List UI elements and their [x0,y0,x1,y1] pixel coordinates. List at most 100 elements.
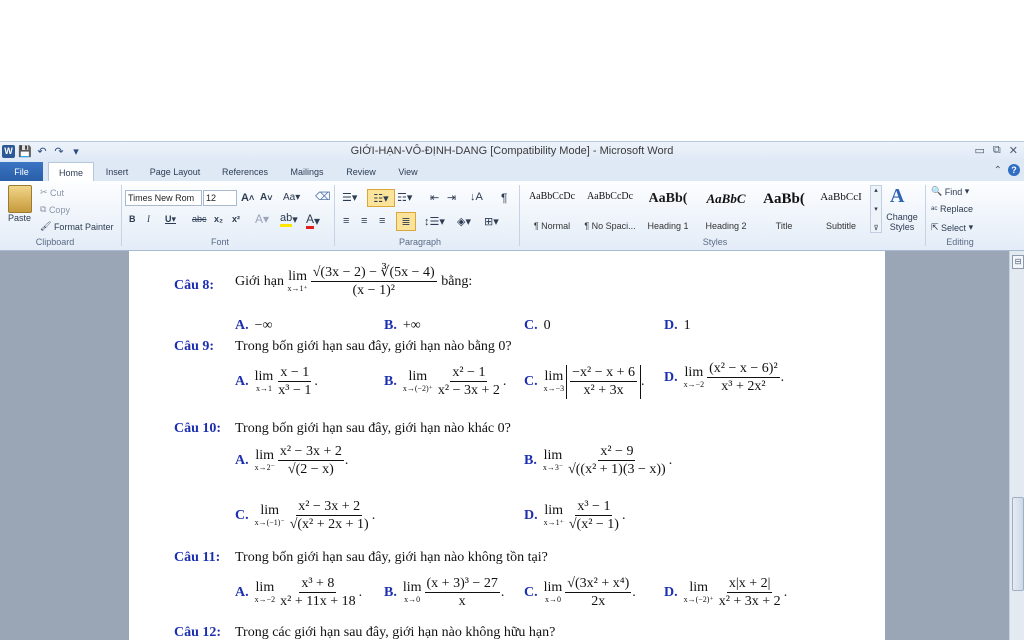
italic-icon[interactable]: I [147,214,150,224]
paste-button[interactable]: Paste [8,213,31,223]
align-right-icon[interactable]: ≡ [379,215,385,227]
change-styles-icon[interactable]: A [890,185,904,208]
copy-button[interactable]: ⧉ Copy [40,204,70,215]
tab-review[interactable]: Review [340,162,382,181]
underline-icon[interactable]: U▾ [165,214,176,225]
tab-insert[interactable]: Insert [98,162,136,181]
option-10-b[interactable]: B. lim x→3⁻ x² − 9 √((x² + 1)(3 − x)). [524,444,672,478]
multilevel-list-icon[interactable]: ☶▾ [397,191,412,204]
option-letter: D. [664,318,678,333]
style-sample: AaBb( [648,191,688,206]
question-10-text: Trong bốn giới hạn sau đây, giới hạn nào… [235,421,511,436]
highlight-color-icon[interactable]: ab ▾ [280,212,298,227]
fraction: x|x + 2| x² + 3x + 2 [718,576,781,610]
bullets-icon[interactable]: ☰▾ [342,191,357,204]
divider [925,185,926,246]
option-8-a[interactable]: A. −∞ [235,318,273,334]
style-title[interactable]: AaBb( Title [756,185,812,231]
styles-scroll[interactable]: ▴ ▾ ⊽ [870,185,882,233]
text-effects-icon[interactable]: A▾ [255,212,269,226]
tab-references[interactable]: References [214,162,276,181]
increase-indent-icon[interactable]: ⇥ [447,191,456,204]
align-left-icon[interactable]: ≡ [343,215,349,227]
question-12-text: Trong các giới hạn sau đây, giới hạn nào… [235,625,556,640]
scrollbar-thumb[interactable] [1012,497,1024,591]
binoculars-icon: 🔍 [931,186,945,196]
option-letter: C. [524,373,538,389]
option-11-b[interactable]: B. lim x→0 (x + 3)³ − 27 x. [384,576,504,610]
select-button[interactable]: ⇱ Select ▾ [931,222,973,233]
grow-font-icon[interactable]: A ˄ [241,192,254,204]
close-button[interactable]: ✕ [1009,144,1018,157]
subscript-icon[interactable]: x₂ [214,214,223,224]
format-painter-button[interactable]: 🖌 Format Painter [40,221,113,232]
group-label-paragraph: Paragraph [398,237,442,247]
font-size-dropdown[interactable]: 12 [203,190,237,206]
option-value: +∞ [402,318,421,333]
option-9-d[interactable]: D. lim x→−2 (x² − x − 6)² x³ + 2x². [664,361,784,395]
find-button[interactable]: 🔍 Find ▾ [931,186,969,197]
line-spacing-icon[interactable]: ↕☰▾ [424,215,445,228]
style-heading-2[interactable]: AaBbC Heading 2 [698,185,754,231]
font-name-dropdown[interactable]: Times New Rom [125,190,202,206]
option-10-c[interactable]: C. lim x→(−1)⁻ x² − 3x + 2 √(x² + 2x + 1). [235,499,375,533]
option-9-b[interactable]: B. lim x→(−2)⁺ x² − 1 x² − 3x + 2. [384,365,506,399]
fraction: x − 1 x³ − 1 [278,365,312,399]
replace-button[interactable]: ᵃᶜ Replace [931,204,973,214]
fraction: x³ − 1 √(x² − 1) [568,499,619,533]
justify-icon[interactable]: ≣ [396,212,416,231]
strikethrough-icon[interactable]: abc [192,214,207,224]
minimize-ribbon-icon[interactable]: ⌃ [994,165,1002,176]
bold-icon[interactable]: B [129,214,136,224]
decrease-indent-icon[interactable]: ⇤ [430,191,439,204]
tab-view[interactable]: View [390,162,426,181]
option-10-a[interactable]: A. lim x→2⁻ x² − 3x + 2 √(2 − x). [235,444,348,478]
style-normal[interactable]: AaBbCcDc ¶ Normal [524,185,580,231]
question-9-label: Câu 9: [174,339,215,354]
change-case-icon[interactable]: Aa▾ [283,192,300,203]
font-color-icon[interactable]: A ▾ [306,212,320,229]
option-9-a[interactable]: A. lim x→1 x − 1 x³ − 1. [235,365,318,399]
change-styles-button[interactable]: Change Styles [884,212,920,233]
restore-button[interactable]: ⧉ [993,144,1001,157]
option-8-c[interactable]: C. 0 [524,318,551,334]
sort-icon[interactable]: ↓A [470,191,483,203]
group-label-editing: Editing [946,237,974,247]
align-center-icon[interactable]: ≡ [361,215,367,227]
borders-icon[interactable]: ⊞▾ [484,215,499,228]
cut-button[interactable]: ✂ Cut [40,187,64,198]
vertical-scrollbar[interactable]: ⊟ [1009,251,1024,640]
shrink-font-icon[interactable]: A ˅ [260,192,273,203]
clear-formatting-icon[interactable]: ⌫ [315,190,331,203]
shading-icon[interactable]: ◈▾ [457,215,471,228]
document-page[interactable]: Câu 8: Giới hạn lim x→1⁺ √(3x − 2) − ∛(5x… [129,251,885,640]
tab-mailings[interactable]: Mailings [282,162,332,181]
view-ruler-icon[interactable]: ⊟ [1012,255,1024,269]
option-letter: B. [524,452,537,468]
limit-expression: lim x→1⁺ [543,503,564,528]
help-icon[interactable]: ? [1008,164,1020,176]
copy-label: Copy [48,204,70,215]
superscript-icon[interactable]: x² [232,214,240,224]
style-heading-1[interactable]: AaBb( Heading 1 [640,185,696,231]
cursor-icon: ⇱ [931,222,942,232]
option-9-c[interactable]: C. lim x→−3 −x² − x + 6 x² + 3x. [524,365,645,399]
numbering-icon[interactable]: ☷▾ [367,189,395,207]
copy-icon: ⧉ [40,204,49,214]
pilcrow-icon[interactable]: ¶ [501,191,507,205]
paste-icon[interactable] [8,185,32,213]
option-8-d[interactable]: D. 1 [664,318,691,334]
tab-page-layout[interactable]: Page Layout [144,162,206,181]
style-subtitle[interactable]: AaBbCcI Subtitle [814,185,868,231]
option-8-b[interactable]: B. +∞ [384,318,421,334]
tab-file[interactable]: File [0,162,43,181]
ribbon-tabs: File Home Insert Page Layout References … [0,162,1024,182]
option-11-c[interactable]: C. lim x→0 √(3x² + x⁴) 2x. [524,576,636,610]
document-workspace[interactable]: Câu 8: Giới hạn lim x→1⁺ √(3x − 2) − ∛(5x… [0,251,1009,640]
option-11-a[interactable]: A. lim x→−2 x³ + 8 x² + 11x + 18. [235,576,362,610]
tab-home[interactable]: Home [48,162,94,182]
option-11-d[interactable]: D. lim x→(−2)⁺ x|x + 2| x² + 3x + 2. [664,576,787,610]
option-10-d[interactable]: D. lim x→1⁺ x³ − 1 √(x² − 1). [524,499,625,533]
minimize-button[interactable]: ▭ [975,144,985,157]
style-no-spacing[interactable]: AaBbCcDc ¶ No Spaci... [582,185,638,231]
